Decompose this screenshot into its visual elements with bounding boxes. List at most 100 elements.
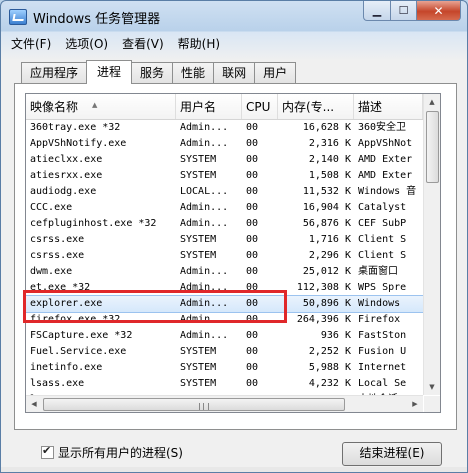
table-row[interactable]: CCC.exe Admin... 00 16,904 K Catalyst	[26, 200, 423, 216]
cell-description: AppVShNot	[358, 138, 413, 149]
menu-help[interactable]: 帮助(H)	[178, 34, 220, 54]
show-all-users-label[interactable]: 显示所有用户的进程(S)	[58, 444, 183, 461]
cell-user-name: SYSTEM	[180, 154, 217, 165]
tab-applications[interactable]: 应用程序	[21, 62, 88, 83]
scroll-right-arrow-icon[interactable]: ▶	[407, 396, 423, 412]
cell-cpu: 00	[246, 218, 259, 229]
cell-memory: 1,508 K	[308, 170, 351, 181]
tab-performance[interactable]: 性能	[172, 62, 215, 83]
cell-image-name: lsass.exe	[30, 378, 85, 389]
horizontal-scrollbar[interactable]: ◀ ▶	[26, 395, 423, 412]
cell-image-name: atieclxx.exe	[30, 154, 103, 165]
cell-user-name: Admin...	[180, 202, 229, 213]
table-row[interactable]: inetinfo.exe SYSTEM 00 5,988 K Internet	[26, 360, 423, 376]
show-all-users-option[interactable]: ✔ 显示所有用户的进程(S)	[41, 444, 183, 461]
cell-description: Firefox	[358, 314, 401, 325]
column-user-name[interactable]: 用户名	[176, 94, 242, 119]
table-row[interactable]: Fuel.Service.exe SYSTEM 00 2,252 K Fusion U	[26, 344, 423, 360]
cell-description: CEF SubP	[358, 218, 407, 229]
cell-description: Local Se	[358, 378, 407, 389]
cell-image-name: cefpluginhost.exe *32	[30, 218, 157, 229]
cell-image-name: inetinfo.exe	[30, 362, 103, 373]
cell-user-name: SYSTEM	[180, 170, 217, 181]
checkmark-icon: ✔	[42, 444, 52, 457]
cell-image-name: CCC.exe	[30, 202, 73, 213]
cell-memory: 16,628 K	[302, 122, 351, 133]
column-memory[interactable]: 内存(专...	[278, 94, 354, 119]
window-title: Windows 任务管理器	[33, 12, 161, 27]
cell-image-name: FSCapture.exe *32	[30, 330, 133, 341]
table-row[interactable]: 360tray.exe *32 Admin... 00 16,628 K 360安全卫	[26, 120, 423, 136]
column-cpu[interactable]: CPU	[242, 94, 278, 119]
cell-image-name: audiodg.exe	[30, 186, 97, 197]
scroll-down-arrow-icon[interactable]: ▼	[424, 379, 440, 395]
table-row[interactable]: firefox.exe *32 Admin... 00 264,396 K Firefo…	[26, 312, 423, 328]
cell-description: Windows 音	[358, 186, 417, 197]
cell-cpu: 00	[246, 314, 259, 325]
cell-image-name: AppVShNotify.exe	[30, 138, 127, 149]
table-row[interactable]: FSCapture.exe *32 Admin... 00 936 K FastSton	[26, 328, 423, 344]
cell-memory: 264,396 K	[296, 314, 351, 325]
cell-cpu: 00	[246, 122, 259, 133]
tab-networking[interactable]: 联网	[213, 62, 256, 83]
cell-memory: 2,252 K	[308, 346, 351, 357]
close-button[interactable]: ✕	[417, 1, 461, 21]
scroll-up-arrow-icon[interactable]: ▲	[424, 94, 440, 110]
table-row[interactable]: explorer.exe Admin... 00 50,896 K Windows	[26, 295, 424, 313]
table-row[interactable]: atiesrxx.exe SYSTEM 00 1,508 K AMD Exter	[26, 168, 423, 184]
column-image-name[interactable]: ▲ 映像名称	[26, 94, 176, 119]
cell-image-name: dwm.exe	[30, 266, 73, 277]
maximize-button[interactable]: ☐	[391, 1, 417, 21]
cell-cpu: 00	[246, 298, 259, 309]
cell-memory: 1,716 K	[308, 234, 351, 245]
column-image-name-label: 映像名称	[30, 100, 79, 114]
title-bar[interactable]: Windows 任务管理器 ▁ ☐ ✕	[1, 1, 467, 32]
window-controls: ▁ ☐ ✕	[363, 1, 461, 21]
process-rows: 360tray.exe *32 Admin... 00 16,628 K 360安全卫 A…	[26, 120, 424, 412]
menu-options[interactable]: 选项(O)	[65, 34, 108, 54]
table-row[interactable]: dwm.exe Admin... 00 25,012 K 桌面窗口	[26, 264, 423, 280]
tab-users[interactable]: 用户	[254, 62, 297, 83]
vertical-scroll-thumb[interactable]	[426, 111, 439, 183]
cell-image-name: atiesrxx.exe	[30, 170, 103, 181]
cell-user-name: Admin...	[180, 122, 229, 133]
end-process-button[interactable]: 结束进程(E)	[342, 442, 442, 466]
cell-description: Windows	[358, 298, 401, 309]
cell-user-name: Admin...	[180, 282, 229, 293]
minimize-button[interactable]: ▁	[363, 1, 391, 21]
table-row[interactable]: AppVShNotify.exe Admin... 00 2,316 K AppVShN…	[26, 136, 423, 152]
scroll-grip-icon	[199, 403, 209, 410]
process-list[interactable]: ▲ 映像名称 用户名 CPU 内存(专... 描述 360tray.exe *3…	[25, 93, 441, 413]
column-description[interactable]: 描述	[354, 94, 423, 119]
table-row[interactable]: csrss.exe SYSTEM 00 1,716 K Client S	[26, 232, 423, 248]
scroll-left-arrow-icon[interactable]: ◀	[26, 396, 42, 412]
cell-description: Client S	[358, 250, 407, 261]
vertical-scrollbar[interactable]: ▲ ▼	[423, 94, 440, 395]
task-manager-icon	[9, 9, 27, 25]
tab-processes[interactable]: 进程	[86, 60, 133, 84]
tab-services[interactable]: 服务	[131, 62, 174, 83]
cell-user-name: SYSTEM	[180, 234, 217, 245]
cell-image-name: 360tray.exe *32	[30, 122, 121, 133]
cell-cpu: 00	[246, 170, 259, 181]
cell-cpu: 00	[246, 186, 259, 197]
cell-user-name: Admin...	[180, 218, 229, 229]
cell-cpu: 00	[246, 378, 259, 389]
menu-view[interactable]: 查看(V)	[122, 34, 164, 54]
status-strip	[1, 467, 467, 472]
table-row[interactable]: audiodg.exe LOCAL... 00 11,532 K Windows 音	[26, 184, 423, 200]
cell-image-name: firefox.exe *32	[30, 314, 121, 325]
table-row[interactable]: lsass.exe SYSTEM 00 4,232 K Local Se	[26, 376, 423, 392]
cell-image-name: csrss.exe	[30, 234, 85, 245]
horizontal-scroll-thumb[interactable]	[43, 398, 345, 411]
table-row[interactable]: atieclxx.exe SYSTEM 00 2,140 K AMD Exter	[26, 152, 423, 168]
table-row[interactable]: et.exe *32 Admin... 00 112,308 K WPS Spre	[26, 280, 423, 296]
cell-user-name: Admin...	[180, 298, 229, 309]
cell-memory: 2,140 K	[308, 154, 351, 165]
menu-file[interactable]: 文件(F)	[11, 34, 51, 54]
cell-memory: 112,308 K	[296, 282, 351, 293]
cell-user-name: SYSTEM	[180, 362, 217, 373]
show-all-users-checkbox[interactable]: ✔	[41, 444, 54, 459]
table-row[interactable]: cefpluginhost.exe *32 Admin... 00 56,876 K C…	[26, 216, 423, 232]
table-row[interactable]: csrss.exe SYSTEM 00 2,296 K Client S	[26, 248, 423, 264]
